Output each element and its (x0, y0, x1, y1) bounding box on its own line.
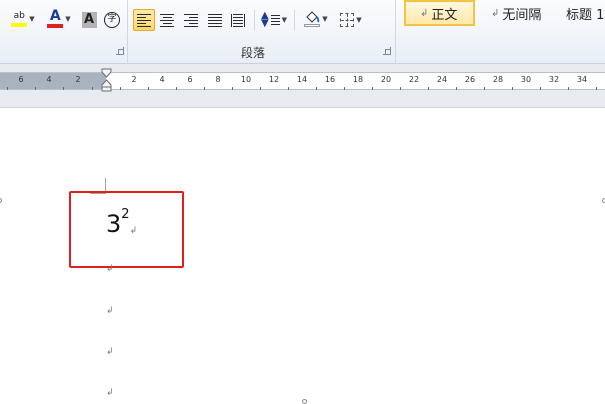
formula-exponent: 2 (121, 207, 130, 222)
font-color-icon: A (47, 9, 64, 28)
ribbon: ab ▼ A ▼ A 字 ▲ ▼ ▼ ▼ ▼ 段落 ↲ 正文 ↲ 无间隔 标题 … (0, 0, 605, 64)
separator (294, 10, 295, 30)
borders-icon (340, 13, 355, 27)
ruler-margin (0, 73, 106, 89)
align-left-icon (137, 13, 151, 27)
distributed-icon (231, 13, 245, 27)
chevron-down-icon[interactable]: ▼ (282, 16, 287, 24)
ruler-number: 18 (352, 75, 364, 84)
ruler-number: 24 (436, 75, 448, 84)
ruler-number: 16 (324, 75, 336, 84)
ruler-area: 6 4 2 2 4 6 8 10 12 14 16 18 20 22 24 26… (0, 64, 605, 108)
distributed-button[interactable] (228, 9, 248, 31)
edge-handle (0, 198, 2, 203)
enclose-characters-button[interactable]: 字 (102, 9, 122, 31)
paragraph-group: ▲ ▼ ▼ ▼ ▼ 段落 (128, 0, 396, 64)
align-right-icon (184, 13, 198, 27)
paragraph-mark: ↲ (106, 264, 114, 274)
font-dialog-launcher-icon[interactable] (116, 47, 124, 55)
ruler-number: 4 (159, 75, 165, 84)
align-right-button[interactable] (181, 9, 201, 31)
font-group: ab ▼ A ▼ A 字 (0, 0, 128, 64)
ruler-number: 12 (268, 75, 280, 84)
character-shading-button[interactable]: A (80, 9, 98, 31)
ruler-number: 28 (492, 75, 504, 84)
paragraph-dialog-launcher-icon[interactable] (383, 47, 391, 55)
font-color-button[interactable]: A ▼ (44, 8, 74, 30)
ruler-number: 6 (187, 75, 193, 84)
horizontal-ruler[interactable]: 6 4 2 2 4 6 8 10 12 14 16 18 20 22 24 26… (0, 72, 605, 90)
ruler-number: 10 (240, 75, 252, 84)
ruler-number: 6 (18, 75, 24, 84)
align-left-button[interactable] (133, 9, 155, 31)
formula-text[interactable]: 32 ↲ (106, 208, 138, 238)
font-color-swatch (47, 24, 64, 28)
paragraph-mark: ↲ (129, 226, 138, 236)
justify-button[interactable] (205, 9, 225, 31)
style-normal[interactable]: ↲ 正文 (404, 0, 475, 26)
paragraph-mark: ↲ (106, 306, 114, 316)
separator (254, 10, 255, 30)
ruler-number: 34 (576, 75, 588, 84)
line-spacing-icon: ▲ ▼ (261, 11, 280, 29)
paragraph-group-label: 段落 (241, 46, 266, 60)
character-shading-icon: A (81, 12, 97, 28)
ruler-number: 20 (380, 75, 392, 84)
style-heading-1[interactable]: 标题 1 (552, 0, 605, 26)
ruler-number: 26 (464, 75, 476, 84)
ruler-number: 14 (296, 75, 308, 84)
chevron-down-icon[interactable]: ▼ (29, 15, 34, 23)
chevron-down-icon[interactable]: ▼ (356, 16, 361, 24)
align-center-icon (160, 13, 174, 27)
justify-icon (208, 13, 222, 27)
ruler-number: 2 (131, 75, 137, 84)
paragraph-mark: ↲ (106, 388, 114, 398)
document-page[interactable]: 32 ↲ ↲ ↲ ↲ ↲ (0, 108, 605, 404)
style-no-spacing[interactable]: ↲ 无间隔 (477, 0, 555, 26)
ruler-number: 30 (520, 75, 532, 84)
paint-bucket-icon (304, 11, 321, 27)
ruler-number: 4 (46, 75, 52, 84)
chevron-down-icon[interactable]: ▼ (322, 15, 327, 23)
line-spacing-button[interactable]: ▲ ▼ ▼ (260, 9, 288, 31)
shading-button[interactable]: ▼ (300, 8, 332, 30)
chevron-down-icon[interactable]: ▼ (65, 15, 70, 23)
ruler-number: 32 (548, 75, 560, 84)
indent-marker-icon[interactable] (101, 68, 112, 92)
enclose-characters-icon: 字 (104, 12, 120, 28)
formula-base: 3 (106, 210, 122, 238)
text-highlight-icon: ab (11, 11, 28, 27)
align-center-button[interactable] (157, 9, 177, 31)
ruler-number: 22 (408, 75, 420, 84)
borders-button[interactable]: ▼ (336, 9, 366, 31)
highlight-color-swatch (11, 22, 28, 27)
ruler-number: 8 (215, 75, 221, 84)
ruler-number: 2 (75, 75, 81, 84)
styles-group: ↲ 正文 ↲ 无间隔 标题 1 (397, 0, 605, 64)
text-highlight-button[interactable]: ab ▼ (6, 8, 40, 30)
edge-handle (302, 399, 307, 404)
paragraph-mark: ↲ (106, 347, 114, 357)
